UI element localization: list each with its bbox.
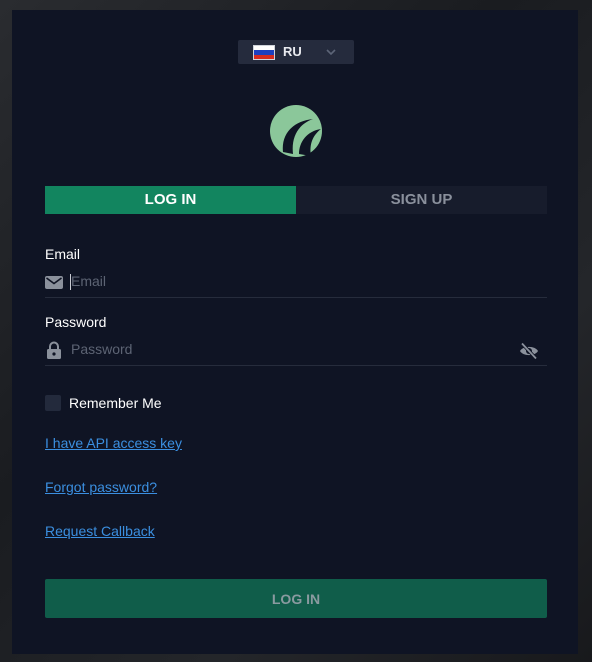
eye-slash-icon[interactable]	[519, 342, 539, 360]
password-field-row	[45, 334, 547, 366]
log-in-button[interactable]: LOG IN	[45, 579, 547, 618]
password-label: Password	[45, 314, 107, 330]
request-callback-link[interactable]: Request Callback	[45, 523, 155, 539]
remember-me-row[interactable]: Remember Me	[45, 394, 162, 412]
tab-log-in[interactable]: LOG IN	[45, 186, 296, 214]
remember-me-label: Remember Me	[69, 395, 162, 411]
chevron-down-icon	[326, 49, 336, 56]
russia-flag-icon	[253, 45, 275, 60]
email-label: Email	[45, 246, 81, 262]
lock-icon	[47, 341, 61, 359]
forgot-password-link[interactable]: Forgot password?	[45, 479, 157, 495]
remember-me-checkbox[interactable]	[45, 395, 61, 411]
login-panel: RU LOG IN SIGN UP Email Password	[12, 10, 578, 654]
envelope-icon	[45, 276, 63, 289]
brand-logo-icon	[270, 105, 322, 157]
auth-tabs: LOG IN SIGN UP	[45, 186, 547, 214]
language-code: RU	[283, 44, 302, 59]
email-input[interactable]	[71, 270, 511, 292]
password-input[interactable]	[71, 338, 511, 360]
api-key-link[interactable]: I have API access key	[45, 435, 182, 451]
language-selector[interactable]: RU	[238, 40, 354, 64]
email-field-row	[45, 266, 547, 298]
tab-sign-up[interactable]: SIGN UP	[296, 186, 547, 214]
